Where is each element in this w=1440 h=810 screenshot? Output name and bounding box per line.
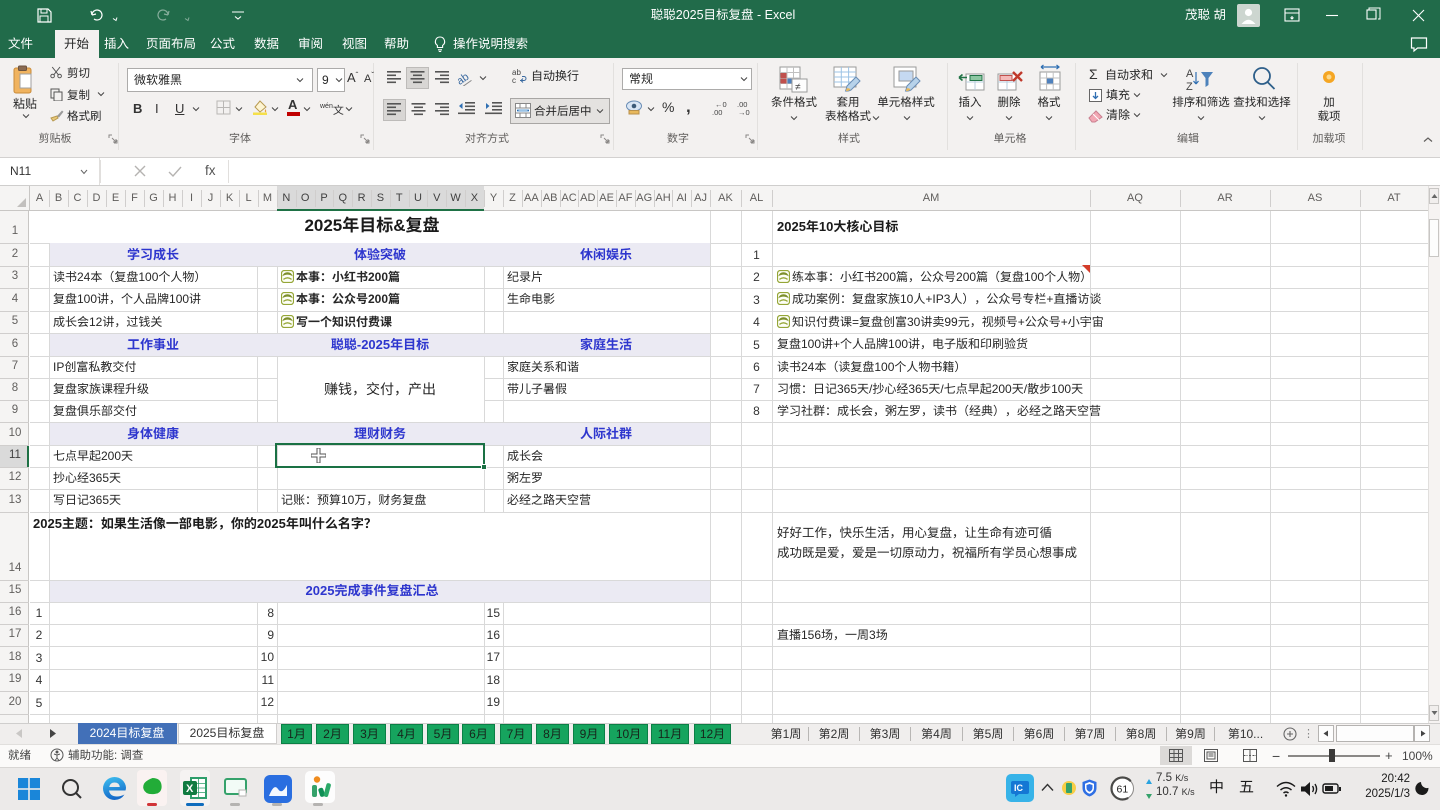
svg-text:61: 61 [1117, 784, 1129, 796]
svg-text:X: X [186, 783, 194, 795]
svg-text:IC: IC [1014, 783, 1024, 793]
svg-text:c: c [512, 76, 516, 84]
svg-text:A: A [1186, 68, 1194, 80]
svg-text:Z: Z [1186, 81, 1193, 93]
svg-text:≠: ≠ [795, 82, 801, 93]
svg-text:ab: ab [458, 71, 471, 86]
